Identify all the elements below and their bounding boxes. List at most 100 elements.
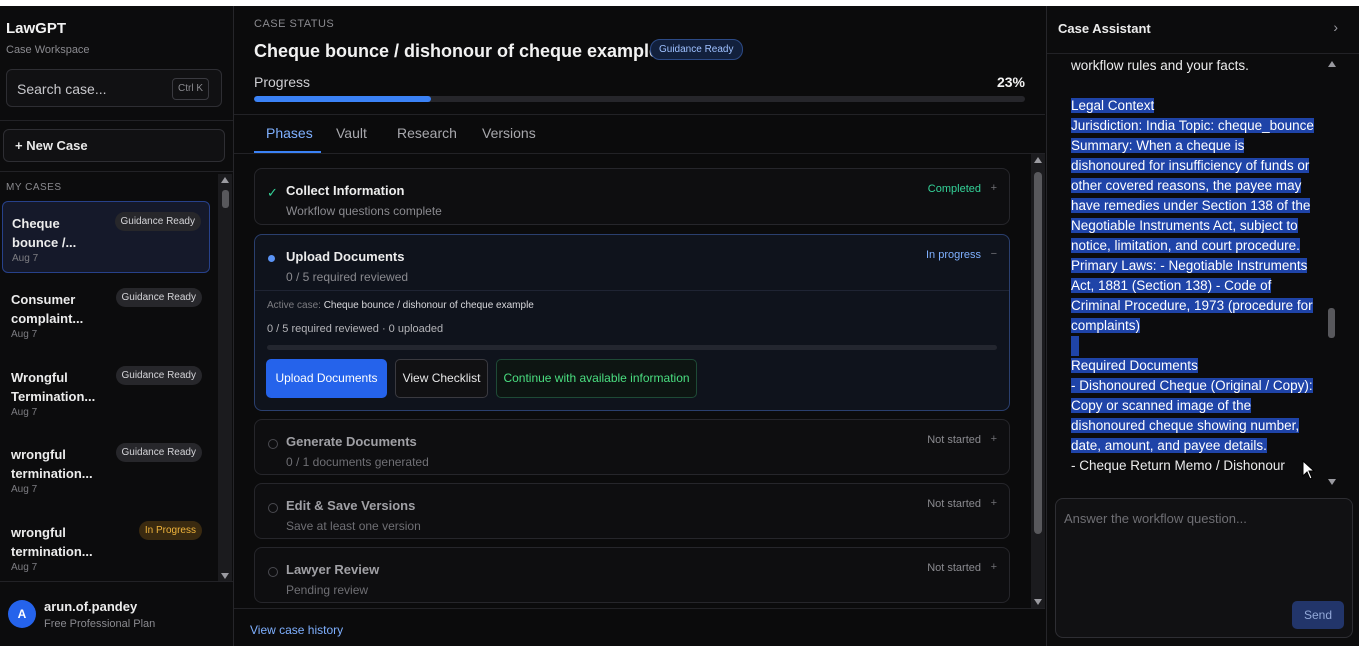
app-title: LawGPT	[6, 20, 67, 37]
case-item[interactable]: wrongful termination... Guidance Ready A…	[2, 433, 210, 505]
case-status-label: CASE STATUS	[254, 18, 335, 30]
scroll-thumb[interactable]	[222, 190, 229, 208]
upload-stats: 0 / 5 required reviewed · 0 uploaded	[267, 323, 444, 335]
scroll-down-icon[interactable]	[221, 573, 229, 579]
main-footer: View case history	[234, 608, 1045, 646]
phase-title: Upload Documents	[286, 249, 405, 264]
expand-icon[interactable]: +	[991, 433, 997, 445]
case-title: wrongful termination...	[11, 447, 93, 481]
scroll-down-icon[interactable]	[1328, 479, 1336, 485]
status-badge: Guidance Ready	[114, 212, 201, 231]
divider	[255, 290, 1009, 291]
chevron-right-icon[interactable]: ›	[1333, 19, 1338, 35]
divider	[234, 153, 1045, 154]
case-item[interactable]: Wrongful Termination... Guidance Ready A…	[2, 356, 210, 428]
tab-versions[interactable]: Versions	[482, 125, 536, 141]
phase-lawyer-review[interactable]: Lawyer Review Pending review Not started…	[254, 547, 1010, 603]
progress-fill	[254, 96, 432, 102]
active-case-line: Active case: Cheque bounce / dishonour o…	[267, 300, 534, 311]
legal-context-heading: Legal Context	[1071, 98, 1155, 113]
legal-context-text-block: Jurisdiction: India Topic: cheque_bounce…	[1071, 116, 1321, 256]
phase-title: Lawyer Review	[286, 562, 380, 577]
mouse-cursor-icon	[1302, 460, 1316, 480]
status-badge: Guidance Ready	[115, 288, 202, 307]
new-case-button[interactable]: + New Case	[3, 129, 225, 162]
paragraph-gap	[1071, 336, 1321, 356]
pending-circle-icon	[268, 439, 278, 449]
case-list-scrollbar[interactable]	[218, 174, 232, 582]
phase-status: In progress	[925, 249, 981, 261]
phase-subtitle: Save at least one version	[286, 519, 421, 533]
scroll-down-icon[interactable]	[1034, 599, 1042, 605]
phase-subtitle: Pending review	[286, 583, 369, 597]
user-name: arun.of.pandey	[44, 599, 138, 614]
user-plan: Free Professional Plan	[44, 618, 156, 630]
case-item[interactable]: wrongful termination... In Progress Aug …	[2, 511, 210, 581]
assistant-title: Case Assistant	[1058, 21, 1151, 36]
progress-bar	[254, 96, 1025, 102]
tab-research[interactable]: Research	[397, 125, 457, 141]
expand-icon[interactable]: +	[991, 561, 997, 573]
view-checklist-button[interactable]: View Checklist	[395, 359, 488, 398]
scroll-up-icon[interactable]	[221, 177, 229, 183]
case-title: Wrongful Termination...	[11, 370, 96, 404]
phase-subtitle: 0 / 1 documents generated	[286, 455, 429, 469]
doc-item-text: - Cheque Return Memo / Dishonour	[1071, 458, 1285, 473]
status-badge: In Progress	[138, 521, 202, 540]
phase-status: Not started	[927, 562, 981, 574]
active-case-name: Cheque bounce / dishonour of cheque exam…	[323, 300, 534, 311]
send-button[interactable]: Send	[1292, 601, 1344, 629]
scroll-up-icon[interactable]	[1328, 61, 1336, 67]
collapse-icon[interactable]: −	[991, 248, 997, 260]
assistant-message[interactable]: workflow rules and your facts. Legal Con…	[1071, 56, 1321, 488]
case-date: Aug 7	[11, 329, 38, 340]
phase-edit-save-versions[interactable]: Edit & Save Versions Save at least one v…	[254, 483, 1010, 539]
search-placeholder: Search case...	[17, 81, 107, 97]
case-title: Consumer complaint...	[11, 292, 84, 326]
phase-status: Completed	[927, 183, 981, 195]
assistant-scrollbar[interactable]	[1325, 58, 1339, 488]
phase-collect-information[interactable]: ✓ Collect Information Workflow questions…	[254, 168, 1010, 225]
answer-input[interactable]: Answer the workflow question... Send	[1055, 498, 1353, 638]
divider	[0, 120, 233, 121]
page-title: Cheque bounce / dishonour of cheque exam…	[254, 41, 660, 61]
primary-laws-block: Primary Laws: - Negotiable Instruments A…	[1071, 256, 1321, 336]
case-item[interactable]: Consumer complaint... Guidance Ready Aug…	[2, 278, 210, 350]
phase-title: Edit & Save Versions	[286, 498, 416, 513]
scroll-thumb[interactable]	[1034, 172, 1042, 534]
phase-upload-documents[interactable]: Upload Documents 0 / 5 required reviewed…	[254, 234, 1010, 411]
divider	[234, 114, 1045, 115]
status-badge: Guidance Ready	[115, 443, 202, 462]
primary-laws-text: Primary Laws: - Negotiable Instruments A…	[1071, 258, 1313, 333]
tab-vault[interactable]: Vault	[336, 125, 367, 141]
required-docs-block: Required Documents	[1071, 356, 1321, 376]
case-item[interactable]: Cheque bounce /... Guidance Ready Aug 7	[2, 201, 210, 273]
upload-documents-button[interactable]: Upload Documents	[266, 359, 387, 398]
shortcut-hint: Ctrl K	[172, 78, 209, 100]
status-badge: Guidance Ready	[650, 39, 743, 60]
required-docs-heading: Required Documents	[1071, 358, 1198, 373]
view-case-history-link[interactable]: View case history	[250, 623, 343, 637]
user-profile[interactable]: A arun.of.pandey Free Professional Plan	[0, 581, 233, 646]
scroll-thumb[interactable]	[1328, 308, 1335, 338]
expand-icon[interactable]: +	[991, 182, 997, 194]
case-date: Aug 7	[12, 253, 39, 264]
case-date: Aug 7	[11, 407, 38, 418]
tab-phases[interactable]: Phases	[266, 125, 313, 141]
phase-status: Not started	[927, 434, 981, 446]
expand-icon[interactable]: +	[991, 497, 997, 509]
phase-generate-documents[interactable]: Generate Documents 0 / 1 documents gener…	[254, 419, 1010, 475]
case-list: Cheque bounce /... Guidance Ready Aug 7 …	[0, 200, 218, 581]
scroll-up-icon[interactable]	[1034, 157, 1042, 163]
avatar: A	[8, 600, 36, 628]
divider	[1047, 53, 1359, 54]
doc-item: - Dishonoured Cheque (Original / Copy): …	[1071, 378, 1313, 453]
continue-button[interactable]: Continue with available information	[496, 359, 697, 398]
message-text: workflow rules and your facts.	[1071, 58, 1249, 73]
phase-status: Not started	[927, 498, 981, 510]
case-title: wrongful termination...	[11, 525, 93, 559]
phases-scrollbar[interactable]	[1031, 154, 1045, 608]
section-label: MY CASES	[6, 182, 62, 193]
search-input[interactable]: Search case... Ctrl K	[6, 69, 222, 107]
